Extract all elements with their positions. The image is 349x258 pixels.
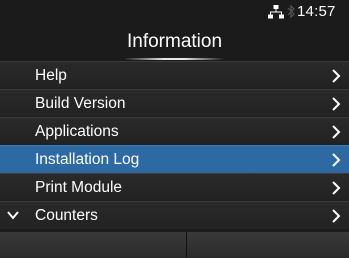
menu-item-label: Applications (35, 123, 119, 140)
chevron-right-icon (332, 69, 341, 83)
title-underline (124, 58, 224, 60)
menu-item-label: Build Version (35, 95, 126, 112)
softkey-right[interactable] (187, 232, 349, 258)
chevron-down-icon (7, 211, 19, 220)
page-title: Information (126, 31, 223, 52)
menu-item-label: Installation Log (35, 151, 140, 168)
menu-item-installation-log[interactable]: Installation Log (0, 145, 349, 173)
menu-item-print-module[interactable]: Print Module (0, 173, 349, 201)
menu-item-label: Help (35, 67, 67, 84)
bluetooth-icon (287, 4, 295, 19)
softkey-left[interactable] (0, 232, 186, 258)
network-icon (268, 5, 284, 19)
menu-item-label: Print Module (35, 179, 123, 196)
chevron-right-icon (332, 153, 341, 167)
chevron-right-icon (332, 125, 341, 139)
chevron-right-icon (332, 209, 341, 223)
chevron-right-icon (332, 181, 341, 195)
menu-item-counters[interactable]: Counters (0, 201, 349, 229)
chevron-right-icon (332, 97, 341, 111)
information-menu: Help Build Version Applications Installa… (0, 61, 349, 229)
status-bar: 14:57 (0, 0, 349, 28)
menu-item-build-version[interactable]: Build Version (0, 89, 349, 117)
menu-item-applications[interactable]: Applications (0, 117, 349, 145)
clock: 14:57 (297, 3, 336, 20)
menu-item-help[interactable]: Help (0, 61, 349, 89)
softkey-bar (0, 232, 349, 258)
menu-item-label: Counters (35, 207, 98, 224)
